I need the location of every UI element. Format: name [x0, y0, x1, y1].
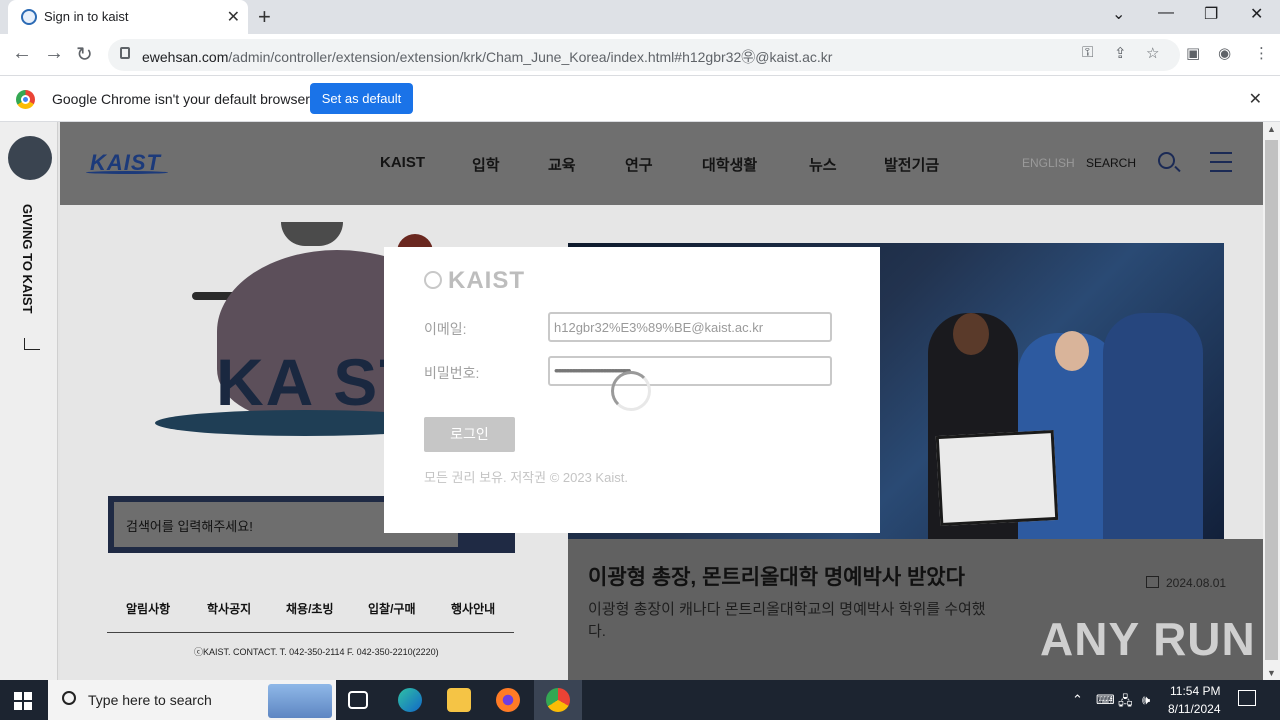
login-button[interactable]: 로그인: [424, 417, 515, 452]
chrome-logo-icon: [16, 90, 35, 109]
loading-spinner-icon: [611, 371, 651, 411]
close-infobar-icon[interactable]: ✕: [1249, 89, 1262, 109]
task-view-icon[interactable]: [348, 691, 368, 709]
footer-link-bidding[interactable]: 입찰/구매: [368, 600, 416, 617]
volume-icon[interactable]: 🕪: [1142, 692, 1150, 708]
calendar-icon: [1146, 576, 1159, 588]
site-header: KAIST KAIST 입학 교육 연구 대학생활 뉴스 발전기금 ENGLIS…: [60, 122, 1263, 205]
network-icon[interactable]: 🖧: [1118, 692, 1133, 714]
footer-divider: [107, 632, 514, 633]
login-copyright: 모든 권리 보유. 저작권 © 2023 Kaist.: [424, 470, 628, 485]
star-icon[interactable]: ☆: [1146, 44, 1159, 62]
search-placeholder: 검색어를 입력해주세요!: [126, 519, 253, 534]
edge-icon[interactable]: [398, 688, 422, 712]
clock-date[interactable]: 8/11/2024: [1168, 702, 1221, 716]
news-date: 2024.08.01: [1166, 576, 1227, 590]
close-tab-icon[interactable]: ✕: [227, 7, 240, 27]
left-rail: GIVING TO KAIST: [0, 122, 58, 680]
scrollbar-thumb[interactable]: [1265, 140, 1278, 660]
minimize-icon[interactable]: —: [1158, 4, 1174, 22]
nav-news[interactable]: 뉴스: [809, 154, 837, 175]
news-summary: 이광형 총장이 캐나다 몬트리올대학교의 명예박사 학위를 수여했다.: [588, 601, 986, 640]
person-graphic: [1103, 313, 1203, 539]
hamburger-menu-icon[interactable]: [1210, 152, 1232, 172]
window-close-icon[interactable]: ✕: [1250, 4, 1263, 24]
scroll-up-icon[interactable]: ▲: [1267, 124, 1276, 134]
clock-time[interactable]: 11:54 PM: [1170, 684, 1220, 698]
cloud-graphic: [281, 222, 343, 246]
windows-taskbar: Type here to search ⌃ ⌨ 🖧 🕪 11:54 PM 8/1…: [0, 680, 1280, 720]
tab-title: Sign in to kaist: [44, 9, 129, 24]
login-logo: KAIST: [448, 267, 525, 294]
profile-icon[interactable]: ◉: [1218, 44, 1231, 62]
tab-search-chevron-icon[interactable]: ⌄: [1112, 4, 1125, 24]
page-viewport: GIVING TO KAIST KAIST KAIST 입학 교육 연구 대학생…: [0, 122, 1280, 680]
url-text: ewehsan.com/admin/controller/extension/e…: [142, 49, 833, 65]
nav-research[interactable]: 연구: [625, 154, 653, 175]
password-field[interactable]: ••••••••••••••••••••••••••••••••••••••••…: [548, 356, 832, 386]
footer-link-notices[interactable]: 알림사항: [126, 600, 170, 617]
kaist-favicon-icon: [21, 9, 37, 25]
tab-bar: Sign in to kaist ✕ + ⌄ — ❐ ✕: [0, 0, 1280, 34]
notification-icon[interactable]: [1238, 690, 1256, 706]
new-tab-icon[interactable]: +: [258, 4, 271, 30]
back-icon[interactable]: ←: [12, 42, 32, 65]
login-modal: KAIST 이메일: 비밀번호: •••••••••••••••••••••••…: [384, 247, 880, 533]
nav-admission[interactable]: 입학: [472, 154, 500, 175]
email-label: 이메일:: [424, 321, 467, 337]
search-icon: [62, 691, 76, 705]
menu-kebab-icon[interactable]: ⋮: [1254, 44, 1269, 62]
english-link[interactable]: ENGLISH: [1022, 156, 1075, 170]
site-copyright: ⓒKAIST. CONTACT. T. 042-350-2114 F. 042-…: [194, 647, 439, 657]
tray-device-icon[interactable]: ⌨: [1096, 692, 1115, 708]
anyrun-watermark: ANY RUN: [1040, 613, 1256, 665]
forward-icon[interactable]: →: [44, 42, 64, 65]
firefox-icon[interactable]: [496, 688, 520, 712]
footer-link-academic[interactable]: 학사공지: [207, 600, 251, 617]
nav-campus-life[interactable]: 대학생활: [702, 154, 757, 175]
email-field[interactable]: [548, 312, 832, 342]
windows-start-icon[interactable]: [14, 692, 32, 710]
nav-kaist[interactable]: KAIST: [380, 154, 425, 171]
set-as-default-button[interactable]: Set as default: [310, 83, 413, 114]
side-panel-icon[interactable]: ▣: [1186, 44, 1200, 62]
kaist-emblem-icon: [424, 271, 442, 289]
search-link[interactable]: SEARCH: [1086, 156, 1136, 170]
infobar-message: Google Chrome isn't your default browser: [52, 91, 310, 107]
face-graphic: [953, 313, 989, 355]
arrow-icon: [24, 338, 40, 350]
key-icon[interactable]: ⚿: [1082, 44, 1093, 61]
logo-swoosh: [86, 171, 168, 174]
news-title[interactable]: 이광형 총장, 몬트리올대학 명예박사 받았다: [588, 561, 965, 591]
footer-link-events[interactable]: 행사안내: [451, 600, 495, 617]
address-bar: ← → ↻ ewehsan.com/admin/controller/exten…: [0, 34, 1280, 76]
share-icon[interactable]: ⇪: [1114, 44, 1127, 62]
nav-education[interactable]: 교육: [548, 154, 576, 175]
default-browser-infobar: Google Chrome isn't your default browser…: [0, 77, 1280, 122]
tray-chevron-icon[interactable]: ⌃: [1072, 692, 1083, 708]
diploma-graphic: [935, 429, 1059, 527]
giving-to-kaist-label[interactable]: GIVING TO KAIST: [20, 204, 35, 314]
face-graphic: [1055, 331, 1089, 371]
file-explorer-icon[interactable]: [447, 688, 471, 712]
search-icon[interactable]: [1158, 152, 1175, 169]
scroll-down-icon[interactable]: ▼: [1267, 668, 1276, 678]
mascot-icon[interactable]: [8, 136, 52, 180]
reload-icon[interactable]: ↻: [76, 42, 93, 67]
chrome-icon[interactable]: [546, 688, 570, 712]
lock-icon: [120, 47, 130, 59]
restore-icon[interactable]: ❐: [1204, 4, 1218, 24]
active-tab[interactable]: Sign in to kaist ✕: [8, 0, 248, 34]
password-label: 비밀번호:: [424, 365, 480, 381]
url-field[interactable]: ewehsan.com/admin/controller/extension/e…: [108, 39, 1180, 71]
search-highlight-image: [268, 684, 332, 718]
vertical-scrollbar[interactable]: ▲ ▼: [1263, 122, 1280, 680]
taskbar-search-placeholder: Type here to search: [88, 692, 212, 708]
footer-link-recruit[interactable]: 채용/초빙: [286, 600, 334, 617]
taskbar-search-box[interactable]: Type here to search: [48, 680, 336, 720]
nav-development-fund[interactable]: 발전기금: [884, 154, 939, 175]
